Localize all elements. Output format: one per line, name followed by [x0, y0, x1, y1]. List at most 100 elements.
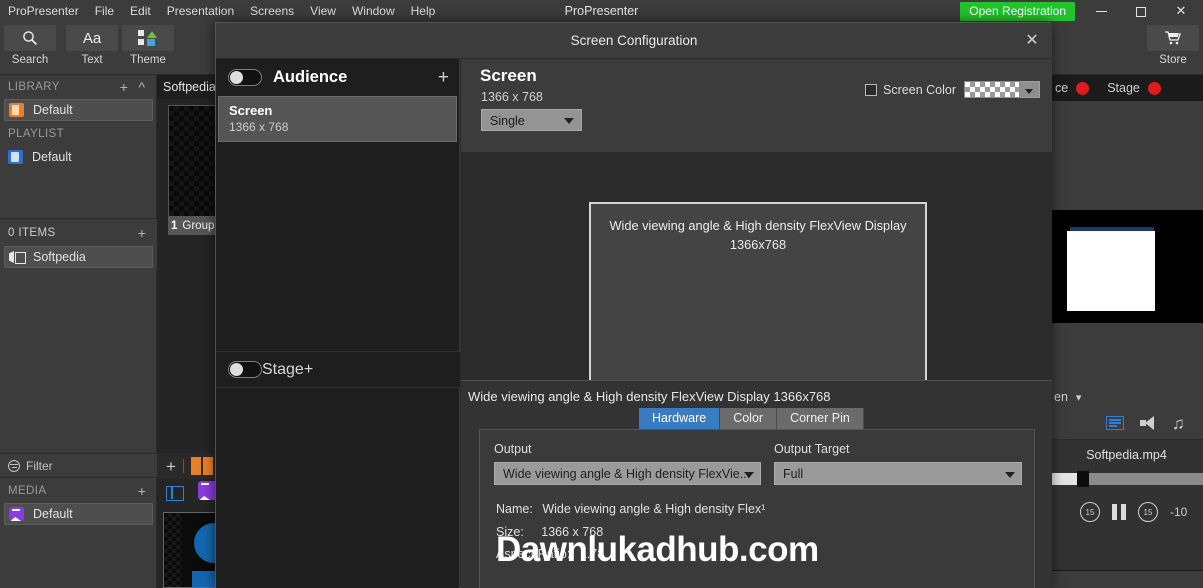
- media-header: MEDIA +: [0, 479, 157, 503]
- group-color-swatch-1[interactable]: [190, 457, 201, 475]
- screen-preview-rect[interactable]: Wide viewing angle & High density FlexVi…: [589, 202, 927, 394]
- menu-view[interactable]: View: [302, 0, 344, 22]
- dialog-close-button[interactable]: ✕: [1016, 27, 1048, 55]
- chevron-down-icon: ▾: [1075, 391, 1082, 404]
- audience-status-label: ce: [1055, 81, 1069, 95]
- pause-icon[interactable]: [1112, 504, 1126, 520]
- text-label: Text: [81, 54, 103, 66]
- output-select[interactable]: Wide viewing angle & High density FlexVi…: [494, 462, 761, 485]
- stage-add-button[interactable]: +: [304, 361, 313, 379]
- left-sidebar: LIBRARY + ^ Default PLAYLIST Default 0 I…: [0, 75, 157, 588]
- output-target-value: Full: [783, 467, 804, 481]
- library-item-default[interactable]: Default: [4, 99, 153, 121]
- audience-screen-item[interactable]: Screen 1366 x 768: [218, 96, 457, 142]
- items-item-softpedia[interactable]: Softpedia: [4, 246, 153, 268]
- media-progress: [1050, 473, 1080, 485]
- slide-thumbnail[interactable]: 1 Group: [168, 105, 220, 235]
- audience-screen-resolution: 1366 x 768: [229, 120, 289, 134]
- menu-window[interactable]: Window: [344, 0, 403, 22]
- open-registration-button[interactable]: Open Registration: [960, 2, 1075, 21]
- rewind-15-icon[interactable]: 15: [1080, 502, 1100, 522]
- close-icon: ✕: [1175, 3, 1187, 18]
- filter-bar[interactable]: Filter: [0, 453, 157, 478]
- screen-stage-area: Wide viewing angle & High density FlexVi…: [461, 152, 1052, 394]
- screen-color-swatch[interactable]: [964, 81, 1020, 98]
- stage-label: Stage: [262, 360, 304, 378]
- document-tab-softpedia[interactable]: Softpedia: [157, 75, 219, 99]
- stage-header: Stage +: [216, 351, 460, 388]
- media-scrubber-handle[interactable]: [1077, 471, 1089, 487]
- chevron-down-icon: [744, 472, 754, 478]
- menu-presentation[interactable]: Presentation: [159, 0, 242, 22]
- maximize-button[interactable]: [1119, 0, 1163, 22]
- screen-mode-value: Single: [490, 114, 525, 128]
- presentation-icon: [9, 250, 27, 265]
- music-icon[interactable]: ♫: [1172, 415, 1185, 432]
- window-close-button[interactable]: ✕: [1159, 0, 1203, 22]
- menu-help[interactable]: Help: [403, 0, 444, 22]
- tab-corner-pin[interactable]: Corner Pin: [777, 408, 864, 429]
- right-panel: ce Stage en ▾ ♫ Softpedia.mp4 15 15 -10: [1050, 75, 1203, 588]
- output-preview[interactable]: [1050, 210, 1203, 323]
- screen-preview-text: Wide viewing angle & High density FlexVi…: [591, 204, 925, 254]
- screen-preview-line2: 1366x768: [729, 237, 787, 253]
- close-icon: ✕: [1025, 32, 1039, 49]
- library-header: LIBRARY + ^: [0, 75, 157, 99]
- watermark-text: Dawnlukadhub.com: [496, 530, 819, 569]
- audience-label: Audience: [273, 68, 348, 86]
- screen-configuration-dialog: Screen Configuration ✕ Audience + Screen…: [215, 22, 1052, 588]
- divider: [182, 459, 184, 473]
- audio-icon[interactable]: [1140, 416, 1156, 430]
- theme-icon: [122, 25, 174, 51]
- media-thumbnail[interactable]: [163, 512, 219, 588]
- stage-toggle[interactable]: [228, 361, 262, 378]
- minimize-button[interactable]: [1079, 0, 1123, 22]
- media-add-button[interactable]: +: [133, 483, 151, 499]
- tab-color[interactable]: Color: [720, 408, 778, 429]
- audience-screen-name: Screen: [229, 103, 273, 118]
- store-button[interactable]: Store: [1145, 25, 1201, 66]
- text-button[interactable]: Aa Text: [64, 25, 120, 66]
- menu-edit[interactable]: Edit: [122, 0, 159, 22]
- settings-tabs: Hardware Color Corner Pin: [639, 408, 864, 429]
- screen-selector[interactable]: en ▾: [1050, 385, 1203, 409]
- screen-color-checkbox[interactable]: [865, 83, 878, 96]
- audience-list-body: [216, 142, 459, 354]
- theme-button[interactable]: Theme: [120, 25, 176, 66]
- playlist-item-label: Default: [32, 150, 72, 164]
- audience-toggle[interactable]: [228, 69, 262, 86]
- screen-detail-panel: Screen 1366 x 768 Single Screen Color Wi…: [461, 59, 1052, 588]
- items-add-button[interactable]: +: [133, 225, 151, 241]
- audience-status-dot: [1076, 81, 1090, 95]
- playlist-header: PLAYLIST: [0, 122, 157, 146]
- name-value: Wide viewing angle & High density Flex¹: [542, 502, 766, 516]
- screen-color-dropdown-button[interactable]: [1020, 81, 1040, 98]
- tab-hardware[interactable]: Hardware: [639, 408, 721, 429]
- playlist-item-default[interactable]: Default: [4, 146, 153, 168]
- skip-minus-10-icon[interactable]: -10: [1170, 505, 1187, 519]
- screen-preview-line1: Wide viewing angle & High density FlexVi…: [609, 218, 907, 233]
- text-icon[interactable]: [1106, 416, 1124, 430]
- hardware-panel: Output Wide viewing angle & High density…: [479, 429, 1035, 588]
- library-collapse-button[interactable]: ^: [133, 79, 151, 95]
- forward-15-icon[interactable]: 15: [1138, 502, 1158, 522]
- library-add-button[interactable]: +: [115, 79, 133, 95]
- media-item-default[interactable]: Default: [4, 503, 153, 525]
- items-header-label: 0 ITEMS: [8, 226, 56, 239]
- screen-mode-select[interactable]: Single: [481, 109, 582, 131]
- add-slide-button[interactable]: +: [166, 458, 176, 475]
- audience-add-button[interactable]: +: [438, 68, 449, 87]
- items-header: 0 ITEMS +: [0, 219, 157, 246]
- menu-propresenter[interactable]: ProPresenter: [0, 0, 87, 22]
- playlist-icon: [8, 150, 26, 165]
- preview-sheet: [1067, 231, 1155, 311]
- search-button[interactable]: Search: [2, 25, 58, 66]
- stage-status-label: Stage: [1107, 81, 1140, 95]
- output-target-select[interactable]: Full: [774, 462, 1022, 485]
- group-color-swatch-2[interactable]: [202, 457, 213, 475]
- toggle-knob: [230, 363, 243, 376]
- menu-file[interactable]: File: [87, 0, 122, 22]
- layout-icon[interactable]: [166, 485, 184, 501]
- menu-screens[interactable]: Screens: [242, 0, 302, 22]
- media-scrubber[interactable]: [1050, 471, 1203, 487]
